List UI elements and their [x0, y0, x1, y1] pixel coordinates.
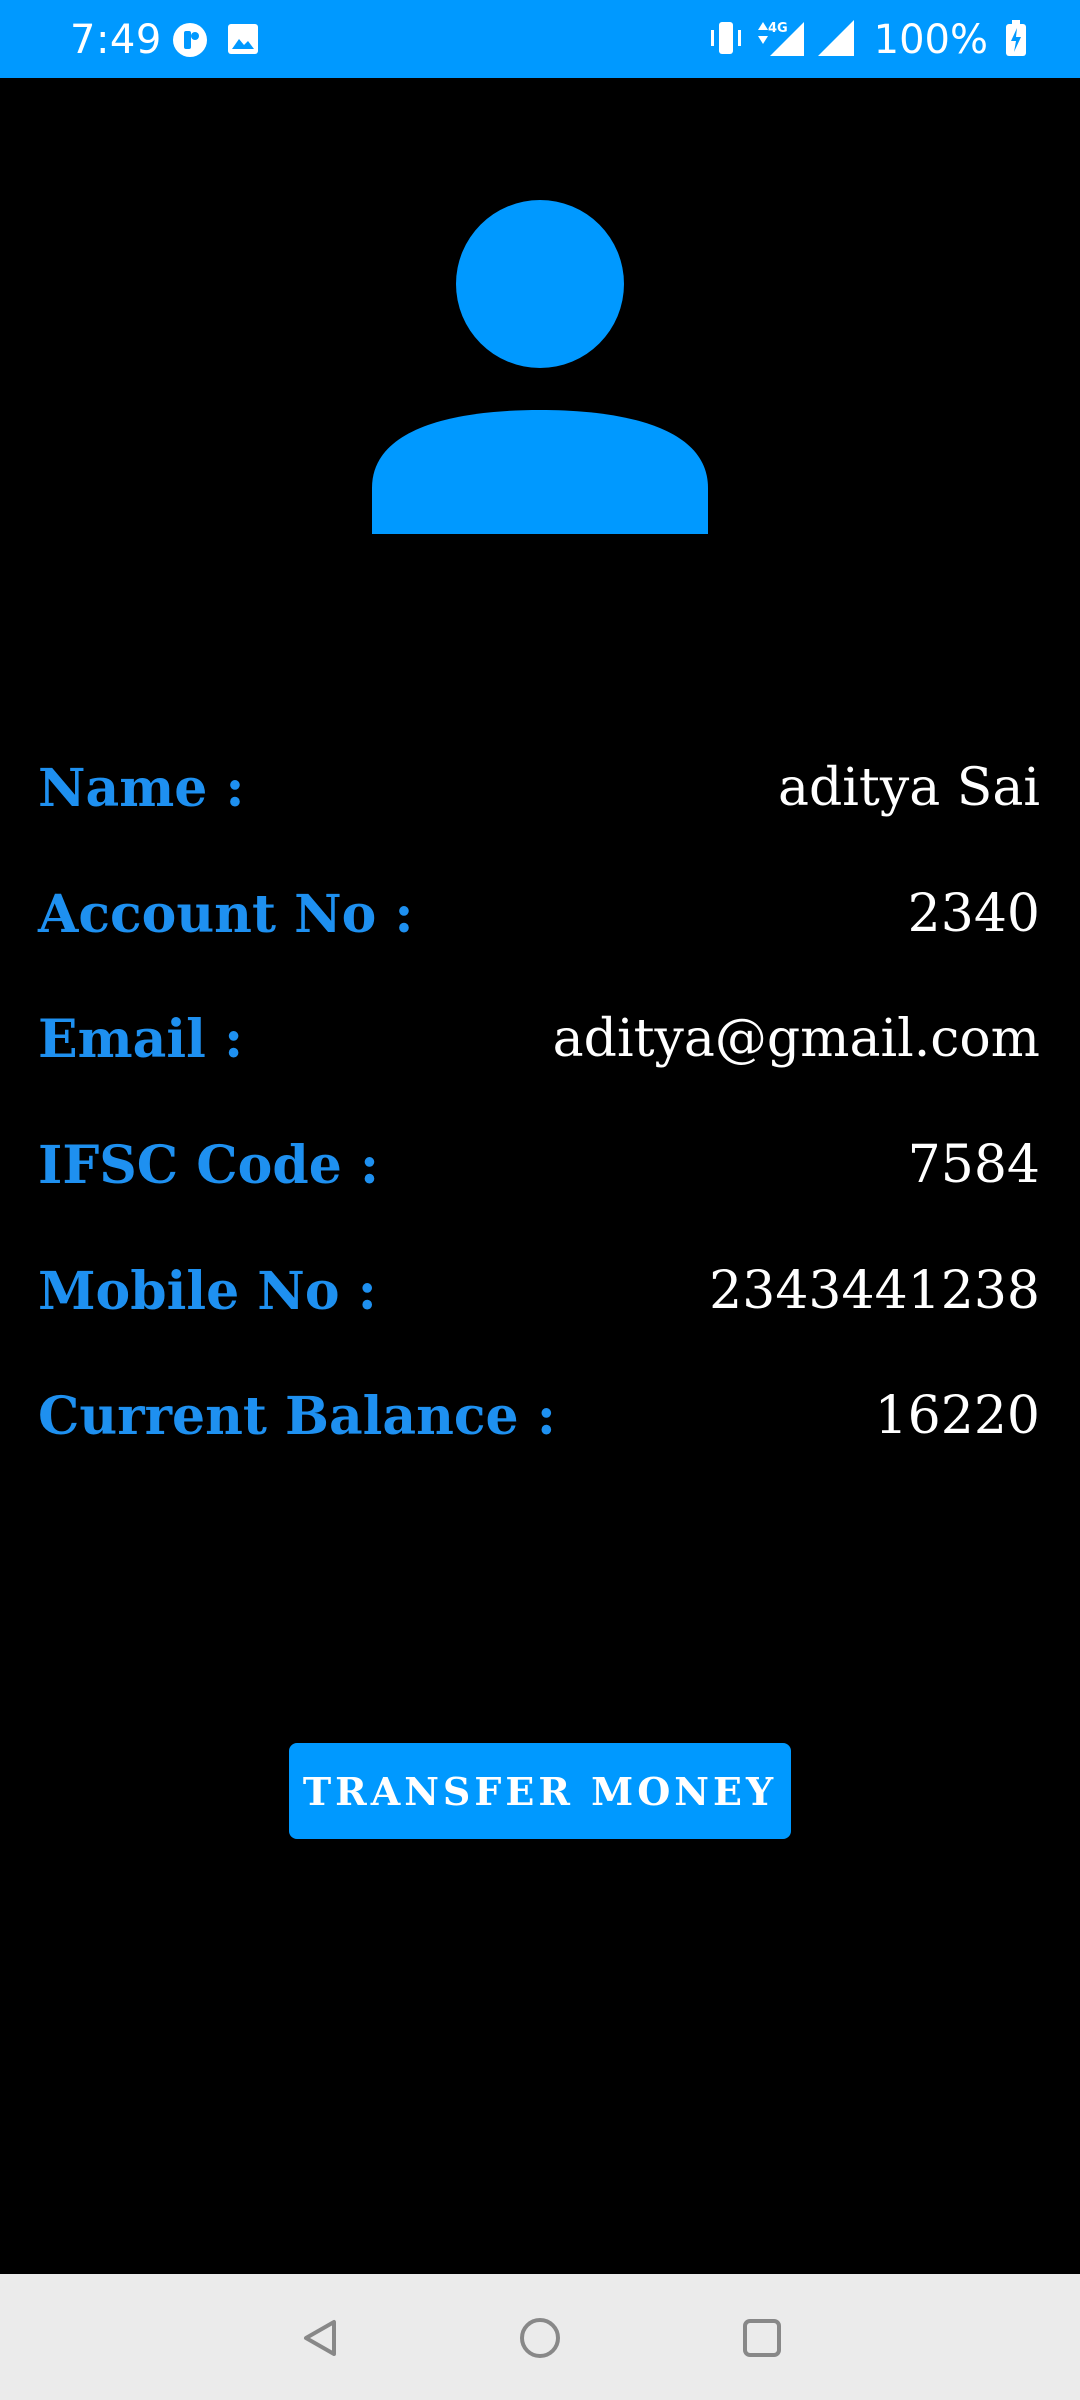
status-bar: 7:49 4G 100%: [0, 0, 1080, 78]
home-icon[interactable]: [512, 2310, 568, 2366]
battery-charging-icon: [1004, 18, 1028, 62]
current-balance-row: Current Balance : 16220: [38, 1376, 1040, 1456]
image-icon: [226, 22, 260, 62]
back-icon[interactable]: [292, 2310, 348, 2366]
mobile-no-value: 2343441238: [709, 1261, 1040, 1321]
status-notification-icons: [172, 22, 260, 62]
mobile-no-row: Mobile No : 2343441238: [38, 1251, 1040, 1331]
mobile-no-label: Mobile No :: [38, 1260, 377, 1322]
current-balance-value: 16220: [874, 1386, 1040, 1446]
name-value: aditya Sai: [778, 758, 1040, 818]
transfer-money-button[interactable]: TRANSFER MONEY: [289, 1743, 791, 1839]
data-signal-icon: 4G: [754, 18, 806, 62]
person-icon: [370, 198, 710, 538]
ifsc-code-label: IFSC Code :: [38, 1134, 380, 1196]
current-balance-label: Current Balance :: [38, 1385, 556, 1447]
vibrate-icon: [708, 18, 744, 62]
battery-percent: 100%: [873, 17, 988, 63]
account-no-label: Account No :: [38, 883, 414, 945]
email-label: Email :: [38, 1008, 244, 1070]
status-system-icons: 4G 100%: [708, 18, 1028, 62]
app-notification-icon: [172, 22, 208, 62]
email-value: aditya@gmail.com: [552, 1009, 1040, 1069]
recents-icon[interactable]: [734, 2310, 790, 2366]
signal-icon: [816, 18, 856, 62]
name-row: Name : aditya Sai: [38, 748, 1040, 828]
email-row: Email : aditya@gmail.com: [38, 999, 1040, 1079]
ifsc-code-value: 7584: [907, 1135, 1040, 1195]
status-time: 7:49: [70, 17, 162, 63]
account-no-value: 2340: [907, 884, 1040, 944]
name-label: Name :: [38, 757, 245, 819]
account-no-row: Account No : 2340: [38, 874, 1040, 954]
svg-text:4G: 4G: [768, 21, 788, 36]
navigation-bar: [0, 2274, 1080, 2400]
ifsc-code-row: IFSC Code : 7584: [38, 1125, 1040, 1205]
